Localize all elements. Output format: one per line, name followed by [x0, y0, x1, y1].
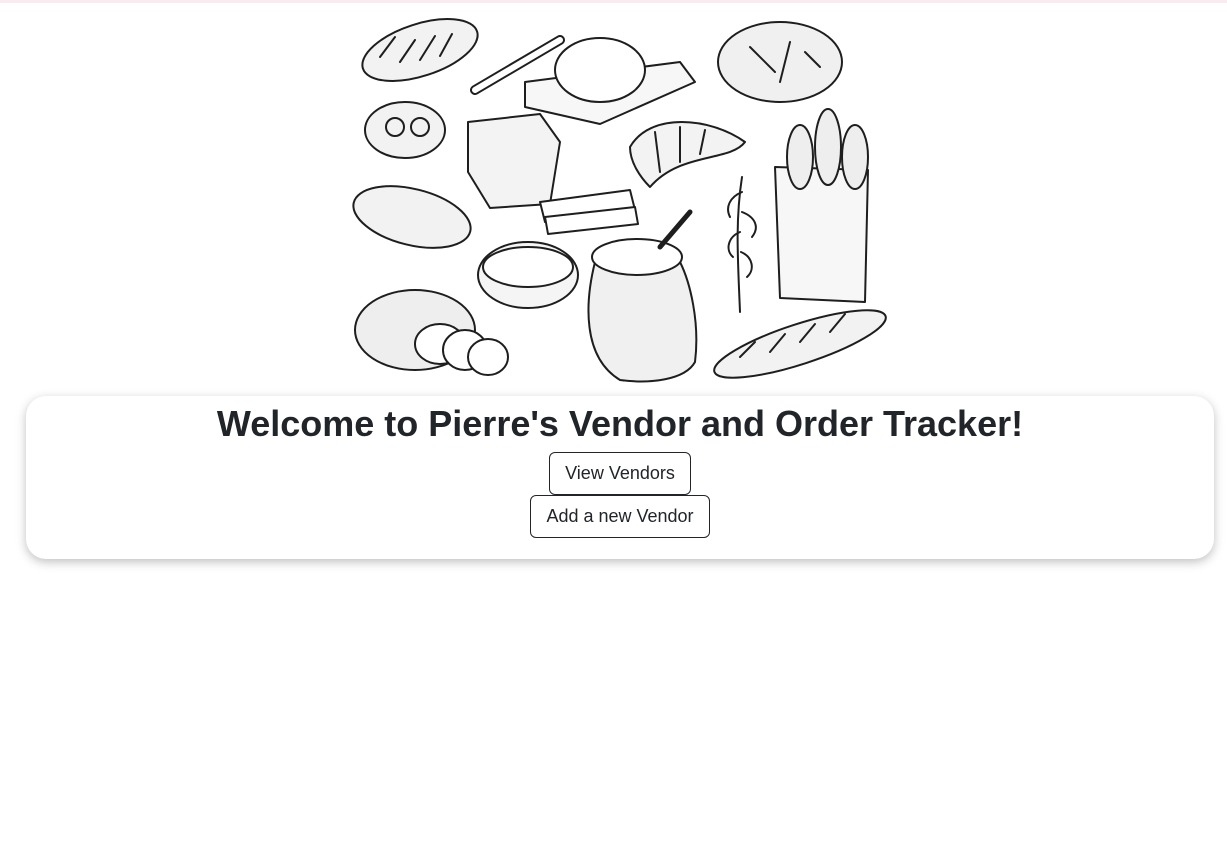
top-accent-strip	[0, 0, 1227, 3]
welcome-card: Welcome to Pierre's Vendor and Order Tra…	[26, 396, 1214, 559]
view-vendors-button[interactable]: View Vendors	[549, 452, 691, 495]
add-vendor-row: Add a new Vendor	[26, 495, 1214, 538]
bakery-illustration	[350, 12, 895, 387]
view-vendors-row: View Vendors	[26, 452, 1214, 495]
page-title: Welcome to Pierre's Vendor and Order Tra…	[216, 403, 1024, 444]
add-vendor-button[interactable]: Add a new Vendor	[530, 495, 710, 538]
bakery-illustration-icon	[352, 18, 887, 383]
